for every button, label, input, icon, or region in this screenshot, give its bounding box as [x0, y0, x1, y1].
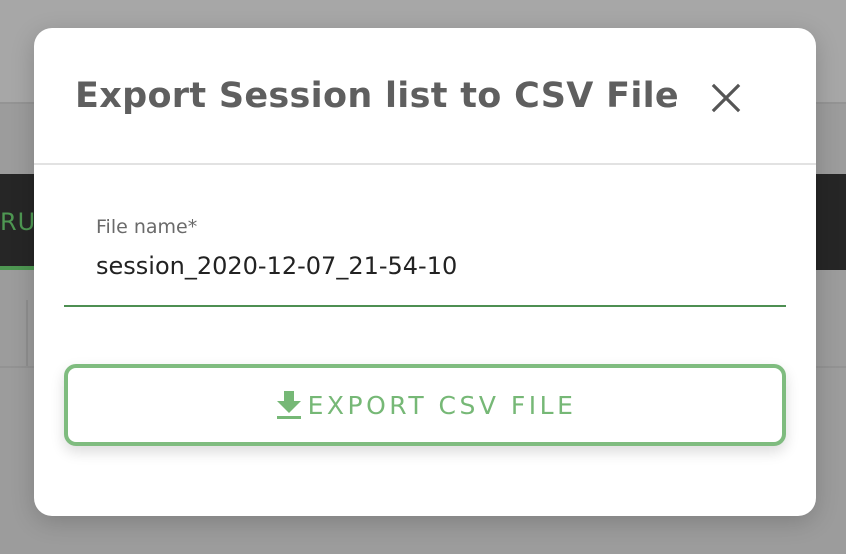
background-divider — [26, 300, 28, 366]
page: RU Export Session list to CSV File File … — [0, 0, 846, 554]
export-dialog: Export Session list to CSV File File nam… — [34, 28, 816, 516]
file-name-field: File name* — [64, 214, 786, 308]
close-button[interactable] — [706, 78, 746, 118]
export-csv-button[interactable]: EXPORT CSV FILE — [64, 364, 786, 446]
export-csv-label: EXPORT CSV FILE — [307, 390, 577, 420]
file-name-label: File name* — [96, 216, 198, 238]
file-name-underline — [64, 305, 786, 307]
dialog-title: Export Session list to CSV File — [75, 76, 679, 116]
download-icon — [274, 389, 304, 421]
file-name-input[interactable] — [96, 248, 776, 284]
dialog-divider — [34, 163, 816, 165]
background-tab-label: RU — [0, 208, 37, 236]
close-icon — [711, 83, 741, 113]
